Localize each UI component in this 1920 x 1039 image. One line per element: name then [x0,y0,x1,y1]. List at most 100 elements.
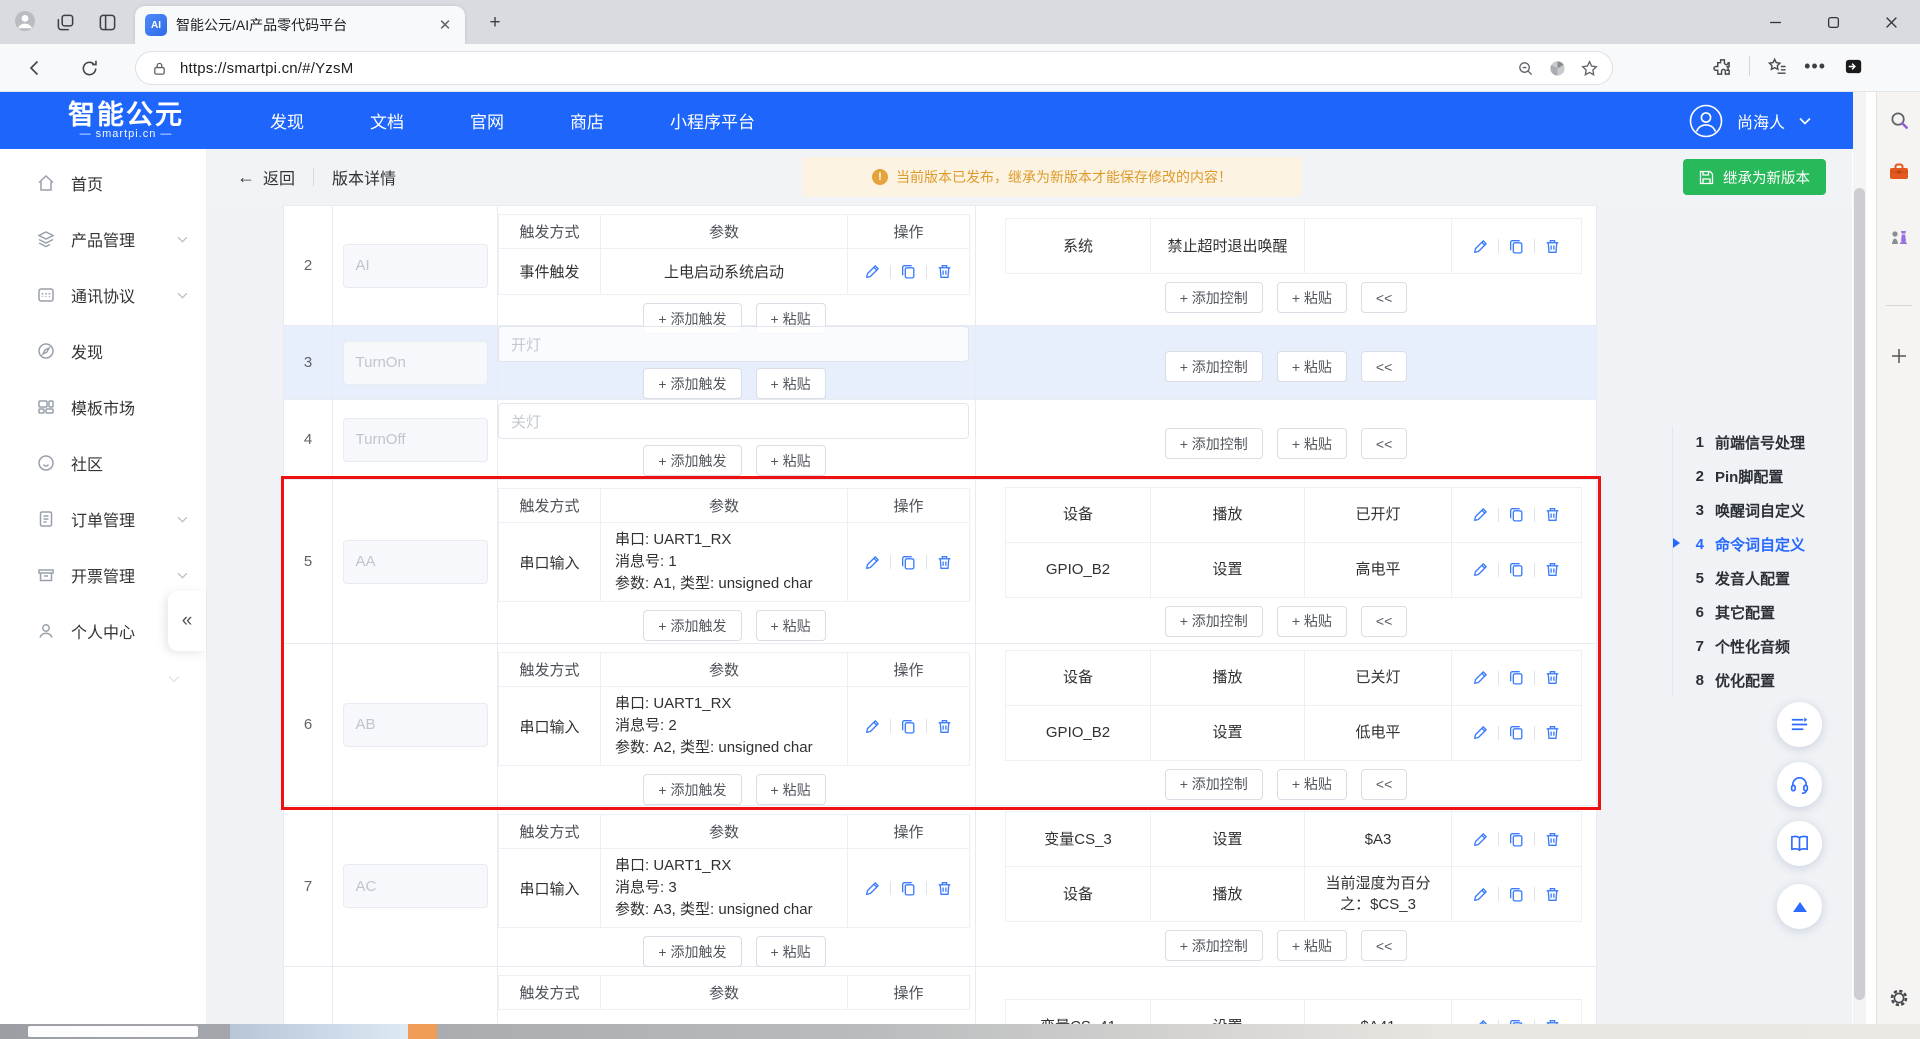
copy-icon[interactable] [1508,506,1525,523]
edit-icon[interactable] [1472,238,1489,255]
edit-icon[interactable] [1472,886,1489,903]
outline-item-7[interactable]: 7 个性化音频 [1672,629,1852,663]
edit-icon[interactable] [1472,669,1489,686]
delete-icon[interactable] [936,263,953,280]
topnav-item[interactable]: 发现 [270,108,304,133]
back-to-top-fab[interactable] [1777,884,1822,929]
paste-trigger-button[interactable]: + 粘贴 [756,610,826,641]
more-menu-icon[interactable]: ••• [1804,56,1826,77]
command-name-input[interactable]: AA [343,540,488,584]
outline-item-8[interactable]: 8 优化配置 [1672,663,1852,697]
edit-icon[interactable] [864,263,881,280]
command-name-input[interactable]: AC [343,864,488,908]
url-text[interactable]: https://smartpi.cn/#/YzsM [180,60,1504,77]
sidebar-item-6[interactable]: 订单管理 [0,491,206,547]
add-trigger-button[interactable]: + 添加触发 [643,445,741,476]
tab-close-icon[interactable]: ✕ [435,15,455,35]
paste-control-button[interactable]: + 粘贴 [1277,351,1347,382]
add-trigger-button[interactable]: + 添加触发 [643,936,741,967]
maximize-icon[interactable] [1804,0,1862,44]
copy-icon[interactable] [1508,831,1525,848]
command-name-input[interactable]: AI [343,244,488,288]
paste-control-button[interactable]: + 粘贴 [1277,428,1347,459]
lock-icon[interactable] [148,57,170,79]
refresh-icon[interactable] [76,55,102,81]
topnav-item[interactable]: 官网 [470,108,504,133]
sidebar-collapse-button[interactable]: « [168,591,206,651]
copy-icon[interactable] [1508,561,1525,578]
add-control-button[interactable]: + 添加控制 [1165,930,1263,961]
copy-icon[interactable] [900,554,917,571]
topnav-item[interactable]: 文档 [370,108,404,133]
collapse-controls-button[interactable]: << [1361,428,1407,459]
paste-trigger-button[interactable]: + 粘贴 [756,368,826,399]
support-fab[interactable] [1777,762,1822,807]
browser-tab-active[interactable]: AI 智能公元/AI产品零代码平台 ✕ [135,6,465,44]
delete-icon[interactable] [936,880,953,897]
add-control-button[interactable]: + 添加控制 [1165,769,1263,800]
edit-icon[interactable] [1472,831,1489,848]
add-control-button[interactable]: + 添加控制 [1165,282,1263,313]
paste-trigger-button[interactable]: + 粘贴 [756,774,826,805]
edit-icon[interactable] [1472,561,1489,578]
outline-item-5[interactable]: 5 发音人配置 [1672,561,1852,595]
inherit-new-version-button[interactable]: 继承为新版本 [1683,159,1826,195]
page-scrollbar-thumb[interactable] [1854,188,1865,1000]
add-trigger-button[interactable]: + 添加触发 [643,368,741,399]
edit-icon[interactable] [1472,506,1489,523]
phrase-input[interactable]: 关灯 [498,403,969,439]
search-icon[interactable] [1887,108,1911,132]
delete-icon[interactable] [1544,561,1561,578]
browser-profile-icon[interactable] [12,8,38,34]
add-control-button[interactable]: + 添加控制 [1165,606,1263,637]
add-control-button[interactable]: + 添加控制 [1165,428,1263,459]
phrase-input[interactable]: 开灯 [498,326,969,362]
copy-icon[interactable] [1508,669,1525,686]
add-control-button[interactable]: + 添加控制 [1165,351,1263,382]
delete-icon[interactable] [1544,669,1561,686]
delete-icon[interactable] [1544,238,1561,255]
zoom-out-icon[interactable] [1514,57,1536,79]
topnav-item[interactable]: 小程序平台 [670,108,755,133]
sidebar-item-5[interactable]: 社区 [0,435,206,491]
open-sidebar-icon[interactable] [1842,55,1864,77]
add-trigger-button[interactable]: + 添加触发 [643,610,741,641]
address-bar[interactable]: https://smartpi.cn/#/YzsM [135,51,1613,85]
sidebar-item-3[interactable]: 发现 [0,323,206,379]
command-name-input[interactable]: AB [343,703,488,747]
copy-icon[interactable] [1508,886,1525,903]
delete-icon[interactable] [1544,724,1561,741]
collapse-controls-button[interactable]: << [1361,769,1407,800]
browser-enhance-icon[interactable] [1546,57,1568,79]
copy-icon[interactable] [1508,724,1525,741]
sidebar-item-2[interactable]: 通讯协议 [0,267,206,323]
delete-icon[interactable] [936,718,953,735]
paste-control-button[interactable]: + 粘贴 [1277,606,1347,637]
minimize-icon[interactable] [1746,0,1804,44]
add-icon[interactable] [1887,344,1911,368]
manual-fab[interactable] [1777,821,1822,866]
topnav-item[interactable]: 商店 [570,108,604,133]
outline-item-6[interactable]: 6 其它配置 [1672,595,1852,629]
paste-trigger-button[interactable]: + 粘贴 [756,936,826,967]
edit-icon[interactable] [864,718,881,735]
config-list-fab[interactable] [1777,702,1822,747]
edit-icon[interactable] [1472,724,1489,741]
copy-icon[interactable] [1508,238,1525,255]
sidebar-item-0[interactable]: 首页 [0,155,206,211]
outline-item-2[interactable]: 2 Pin脚配置 [1672,459,1852,493]
copy-icon[interactable] [900,718,917,735]
site-logo[interactable]: 智能公元 — smartpi.cn — [46,102,206,140]
paste-control-button[interactable]: + 粘贴 [1277,282,1347,313]
settings-gear-icon[interactable] [1887,986,1911,1010]
sidebar-item-4[interactable]: 模板市场 [0,379,206,435]
edit-icon[interactable] [864,554,881,571]
edit-icon[interactable] [864,880,881,897]
back-icon[interactable] [22,55,48,81]
collapse-controls-button[interactable]: << [1361,282,1407,313]
close-icon[interactable] [1862,0,1920,44]
delete-icon[interactable] [1544,831,1561,848]
collapse-controls-button[interactable]: << [1361,606,1407,637]
back-button[interactable]: ← 返回 [237,165,295,189]
outline-item-4[interactable]: 4 命令词自定义 [1672,527,1852,561]
